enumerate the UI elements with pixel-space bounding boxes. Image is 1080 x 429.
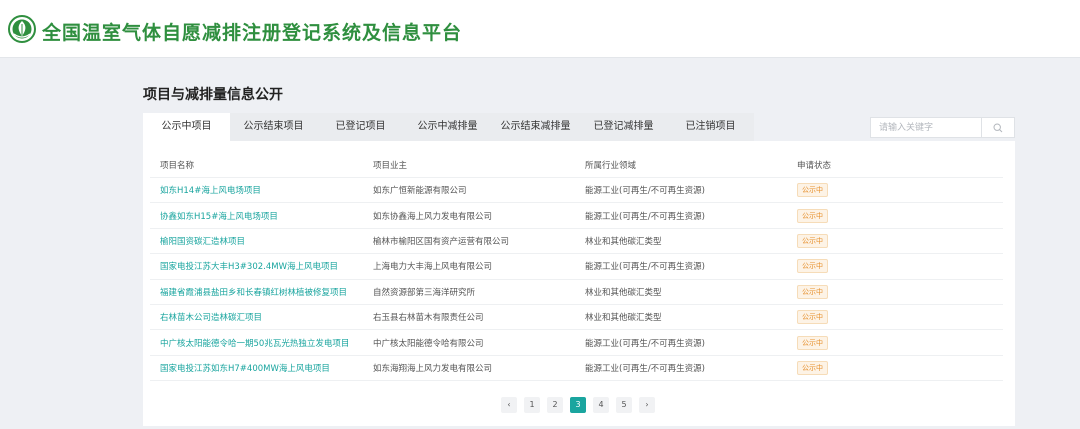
search-input[interactable] [871,118,981,137]
project-field: 能源工业(可再生/不可再生资源) [585,338,705,349]
search-icon [993,122,1003,132]
status-cell: 公示中 [787,284,1003,299]
page-button-2[interactable]: 2 [547,397,563,413]
project-name-link[interactable]: 福建省霞浦县盐田乡和长春镇红树林植被修复项目 [150,286,363,298]
status-cell: 公示中 [787,360,1003,375]
project-field: 林业和其他碳汇类型 [585,313,662,324]
status-cell: 公示中 [787,335,1003,350]
column-header-owner: 项目业主 [373,161,408,171]
column-header-field: 所属行业领域 [585,161,637,171]
project-owner: 榆林市榆阳区国有资产运营有限公司 [373,236,510,247]
project-name-link[interactable]: 国家电投江苏如东H7#400MW海上风电项目 [150,362,363,374]
project-owner: 右玉县右林苗木有限责任公司 [373,313,484,324]
status-badge: 公示中 [797,208,828,223]
table-row: 福建省霞浦县盐田乡和长春镇红树林植被修复项目 自然资源部第三海洋研究所 林业和其… [150,280,1003,305]
search-box [870,117,1015,138]
pagination: ‹ 1 2 3 4 5 › [501,397,662,413]
table-row: 榆阳国资碳汇造林项目 榆林市榆阳区国有资产运营有限公司 林业和其他碳汇类型 公示… [150,229,1003,255]
status-badge: 公示中 [797,310,828,325]
project-owner: 如东广恒新能源有限公司 [373,186,467,197]
tab-publicizing-reductions[interactable]: 公示中减排量 [404,113,491,141]
project-table: 项目名称 项目业主 所属行业领域 申请状态 如东H14#海上风电场项目 如东广恒… [150,153,1003,382]
table-row: 国家电投江苏大丰H3#302.4MW海上风电项目 上海电力大丰海上风电有限公司 … [150,254,1003,280]
status-badge: 公示中 [797,183,828,198]
tab-cancelled-projects[interactable]: 已注销项目 [667,113,754,141]
status-badge: 公示中 [797,360,828,375]
project-owner: 中广核太阳能德令哈有限公司 [373,338,484,349]
section-title: 项目与减排量信息公开 [143,87,283,103]
status-cell: 公示中 [787,208,1003,223]
status-badge: 公示中 [797,284,828,299]
project-field: 林业和其他碳汇类型 [585,236,662,247]
tab-bar: 公示中项目 公示结束项目 已登记项目 公示中减排量 公示结束减排量 已登记减排量… [143,113,754,141]
top-bar: 全国温室气体自愿减排注册登记系统及信息平台 [0,0,1080,58]
page-button-5[interactable]: 5 [616,397,632,413]
status-cell: 公示中 [787,259,1003,274]
tab-ended-reductions[interactable]: 公示结束减排量 [491,113,580,141]
project-owner: 自然资源部第三海洋研究所 [373,287,476,298]
project-owner: 上海电力大丰海上风电有限公司 [373,262,493,273]
table-row: 右林苗木公司造林碳汇项目 右玉县右林苗木有限责任公司 林业和其他碳汇类型 公示中 [150,305,1003,331]
status-badge: 公示中 [797,259,828,274]
project-field: 能源工业(可再生/不可再生资源) [585,211,705,222]
column-header-status: 申请状态 [797,161,832,171]
project-name-link[interactable]: 右林苗木公司造林碳汇项目 [150,311,363,323]
status-badge: 公示中 [797,233,828,248]
tab-ended-projects[interactable]: 公示结束项目 [230,113,317,141]
project-name-link[interactable]: 协鑫如东H15#海上风电场项目 [150,210,363,222]
status-cell: 公示中 [787,310,1003,325]
project-name-link[interactable]: 中广核太阳能德令哈一期50兆瓦光热独立发电项目 [150,337,363,349]
prev-page-button[interactable]: ‹ [501,397,517,413]
table-row: 中广核太阳能德令哈一期50兆瓦光热独立发电项目 中广核太阳能德令哈有限公司 能源… [150,330,1003,356]
tab-registered-projects[interactable]: 已登记项目 [317,113,404,141]
table-row: 国家电投江苏如东H7#400MW海上风电项目 如东海翔海上风力发电有限公司 能源… [150,356,1003,382]
table-header: 项目名称 项目业主 所属行业领域 申请状态 [150,153,1003,178]
project-owner: 如东协鑫海上风力发电有限公司 [373,211,493,222]
status-cell: 公示中 [787,233,1003,248]
page-button-3[interactable]: 3 [570,397,586,413]
project-name-link[interactable]: 国家电投江苏大丰H3#302.4MW海上风电项目 [150,260,363,272]
next-page-button[interactable]: › [639,397,655,413]
project-field: 林业和其他碳汇类型 [585,287,662,298]
project-field: 能源工业(可再生/不可再生资源) [585,186,705,197]
logo-icon [8,15,36,43]
column-header-name: 项目名称 [160,161,195,171]
status-cell: 公示中 [787,183,1003,198]
project-name-link[interactable]: 榆阳国资碳汇造林项目 [150,235,363,247]
tab-publicizing-projects[interactable]: 公示中项目 [143,113,230,141]
page-button-4[interactable]: 4 [593,397,609,413]
search-button[interactable] [981,118,1014,137]
project-field: 能源工业(可再生/不可再生资源) [585,363,705,374]
table-row: 如东H14#海上风电场项目 如东广恒新能源有限公司 能源工业(可再生/不可再生资… [150,178,1003,204]
project-field: 能源工业(可再生/不可再生资源) [585,262,705,273]
site-title: 全国温室气体自愿减排注册登记系统及信息平台 [42,22,463,44]
page-button-1[interactable]: 1 [524,397,540,413]
status-badge: 公示中 [797,335,828,350]
project-owner: 如东海翔海上风力发电有限公司 [373,363,493,374]
table-row: 协鑫如东H15#海上风电场项目 如东协鑫海上风力发电有限公司 能源工业(可再生/… [150,203,1003,229]
tab-registered-reductions[interactable]: 已登记减排量 [580,113,667,141]
project-name-link[interactable]: 如东H14#海上风电场项目 [150,184,363,196]
